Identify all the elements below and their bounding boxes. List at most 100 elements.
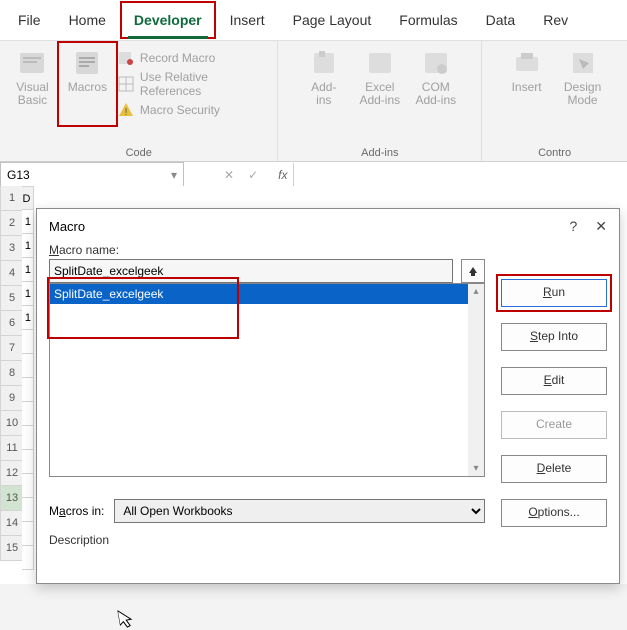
- cell[interactable]: [22, 498, 34, 522]
- macro-name-input[interactable]: [49, 259, 453, 283]
- ribbon-tabs: File Home Developer Insert Page Layout F…: [0, 0, 627, 41]
- insert-control-button[interactable]: Insert: [502, 47, 552, 107]
- addins-icon: [308, 47, 340, 79]
- row-header[interactable]: 11: [0, 436, 24, 461]
- use-relative-label: Use Relative References: [140, 70, 270, 98]
- tab-insert[interactable]: Insert: [216, 1, 279, 39]
- dialog-title: Macro: [49, 219, 85, 234]
- tab-file[interactable]: File: [4, 1, 55, 39]
- enter-icon[interactable]: ✓: [248, 168, 258, 182]
- macros-in-label: Macros in:: [49, 504, 104, 518]
- record-macro-icon: [118, 50, 134, 66]
- cell[interactable]: [22, 330, 34, 354]
- row-header[interactable]: 3: [0, 236, 24, 261]
- row-header[interactable]: 8: [0, 361, 24, 386]
- group-label-code: Code: [126, 147, 152, 159]
- row-header[interactable]: 10: [0, 411, 24, 436]
- macro-security-button[interactable]: ! Macro Security: [118, 99, 270, 121]
- cell[interactable]: [22, 474, 34, 498]
- formula-input[interactable]: [293, 163, 627, 187]
- dialog-titlebar[interactable]: Macro ? ✕: [37, 209, 619, 243]
- cell[interactable]: 1: [22, 282, 34, 306]
- cursor-icon: [117, 608, 136, 630]
- ribbon-group-addins: Add- ins Excel Add-ins COM Add-ins Add-i…: [278, 41, 482, 161]
- scrollbar[interactable]: ▴▾: [468, 284, 484, 476]
- macro-list-item[interactable]: SplitDate_excelgeek: [50, 284, 484, 304]
- tab-data[interactable]: Data: [472, 1, 530, 39]
- cell[interactable]: [22, 378, 34, 402]
- excel-addins-icon: [364, 47, 396, 79]
- addins-label: Add- ins: [311, 81, 336, 107]
- cell[interactable]: 1: [22, 306, 34, 330]
- macro-security-label: Macro Security: [140, 103, 220, 117]
- com-addins-button[interactable]: COM Add-ins: [411, 47, 461, 107]
- row-header[interactable]: 7: [0, 336, 24, 361]
- name-box-value: G13: [7, 168, 30, 182]
- row-header[interactable]: 5: [0, 286, 24, 311]
- row-header[interactable]: 2: [0, 211, 24, 236]
- tab-home[interactable]: Home: [55, 1, 120, 39]
- tab-review[interactable]: Rev: [529, 1, 582, 39]
- macros-button[interactable]: Macros: [63, 47, 112, 121]
- scroll-up-icon: ▴: [473, 286, 478, 297]
- name-box[interactable]: G13 ▾: [0, 162, 184, 188]
- tab-page-layout[interactable]: Page Layout: [279, 1, 386, 39]
- help-button[interactable]: ?: [569, 218, 577, 234]
- tab-formulas[interactable]: Formulas: [385, 1, 471, 39]
- row-header[interactable]: 12: [0, 461, 24, 486]
- excel-addins-label: Excel Add-ins: [359, 81, 400, 107]
- cell[interactable]: 1: [22, 210, 34, 234]
- design-mode-button[interactable]: Design Mode: [558, 47, 608, 107]
- ribbon-group-controls: Insert Design Mode Contro: [482, 41, 627, 161]
- macros-in-select[interactable]: All Open Workbooks: [114, 499, 485, 523]
- row-header[interactable]: 14: [0, 511, 24, 536]
- delete-button[interactable]: Delete: [501, 455, 607, 483]
- step-into-button[interactable]: Step Into: [501, 323, 607, 351]
- visual-basic-icon: [16, 47, 48, 79]
- excel-addins-button[interactable]: Excel Add-ins: [355, 47, 405, 107]
- cell[interactable]: [22, 522, 34, 546]
- cell[interactable]: [22, 450, 34, 474]
- cell[interactable]: [22, 402, 34, 426]
- visual-basic-button[interactable]: Visual Basic: [8, 47, 57, 121]
- arrow-up-icon: [467, 265, 479, 277]
- toolbox-icon: [511, 47, 543, 79]
- macro-list[interactable]: SplitDate_excelgeek ▴▾: [49, 283, 485, 477]
- design-mode-label: Design Mode: [564, 81, 601, 107]
- visual-basic-label: Visual Basic: [16, 81, 48, 107]
- cancel-icon[interactable]: ✕: [224, 168, 234, 182]
- options-button[interactable]: Options...: [501, 499, 607, 527]
- warning-icon: !: [118, 102, 134, 118]
- tab-developer[interactable]: Developer: [120, 1, 216, 39]
- row-header[interactable]: 9: [0, 386, 24, 411]
- cell[interactable]: 1: [22, 258, 34, 282]
- group-label-controls: Contro: [538, 147, 571, 159]
- edit-button[interactable]: Edit: [501, 367, 607, 395]
- ribbon-body: Visual Basic Macros Record Macro Use Rel…: [0, 41, 627, 162]
- create-button[interactable]: Create: [501, 411, 607, 439]
- row-header[interactable]: 15: [0, 536, 24, 561]
- record-macro-label: Record Macro: [140, 51, 215, 65]
- row-header[interactable]: 13: [0, 486, 24, 511]
- close-button[interactable]: ✕: [595, 218, 607, 235]
- formula-bar: G13 ▾ ✕ ✓ fx: [0, 162, 627, 189]
- record-macro-button[interactable]: Record Macro: [118, 47, 270, 69]
- use-relative-button[interactable]: Use Relative References: [118, 73, 270, 95]
- design-mode-icon: [567, 47, 599, 79]
- cell[interactable]: 1: [22, 234, 34, 258]
- svg-text:!: !: [125, 107, 128, 118]
- collapse-dialog-button[interactable]: [461, 259, 485, 283]
- cell[interactable]: [22, 354, 34, 378]
- macro-name-label: Macro name:: [49, 243, 485, 257]
- row-header[interactable]: 1: [0, 186, 24, 211]
- run-button[interactable]: Run: [501, 279, 607, 307]
- cell[interactable]: [22, 546, 34, 570]
- row-header[interactable]: 6: [0, 311, 24, 336]
- ribbon-group-code: Visual Basic Macros Record Macro Use Rel…: [0, 41, 278, 161]
- row-header[interactable]: 4: [0, 261, 24, 286]
- chevron-down-icon: ▾: [171, 168, 177, 182]
- fx-icon[interactable]: fx: [272, 168, 293, 182]
- col-header[interactable]: D: [22, 186, 34, 210]
- addins-button[interactable]: Add- ins: [299, 47, 349, 107]
- cell[interactable]: [22, 426, 34, 450]
